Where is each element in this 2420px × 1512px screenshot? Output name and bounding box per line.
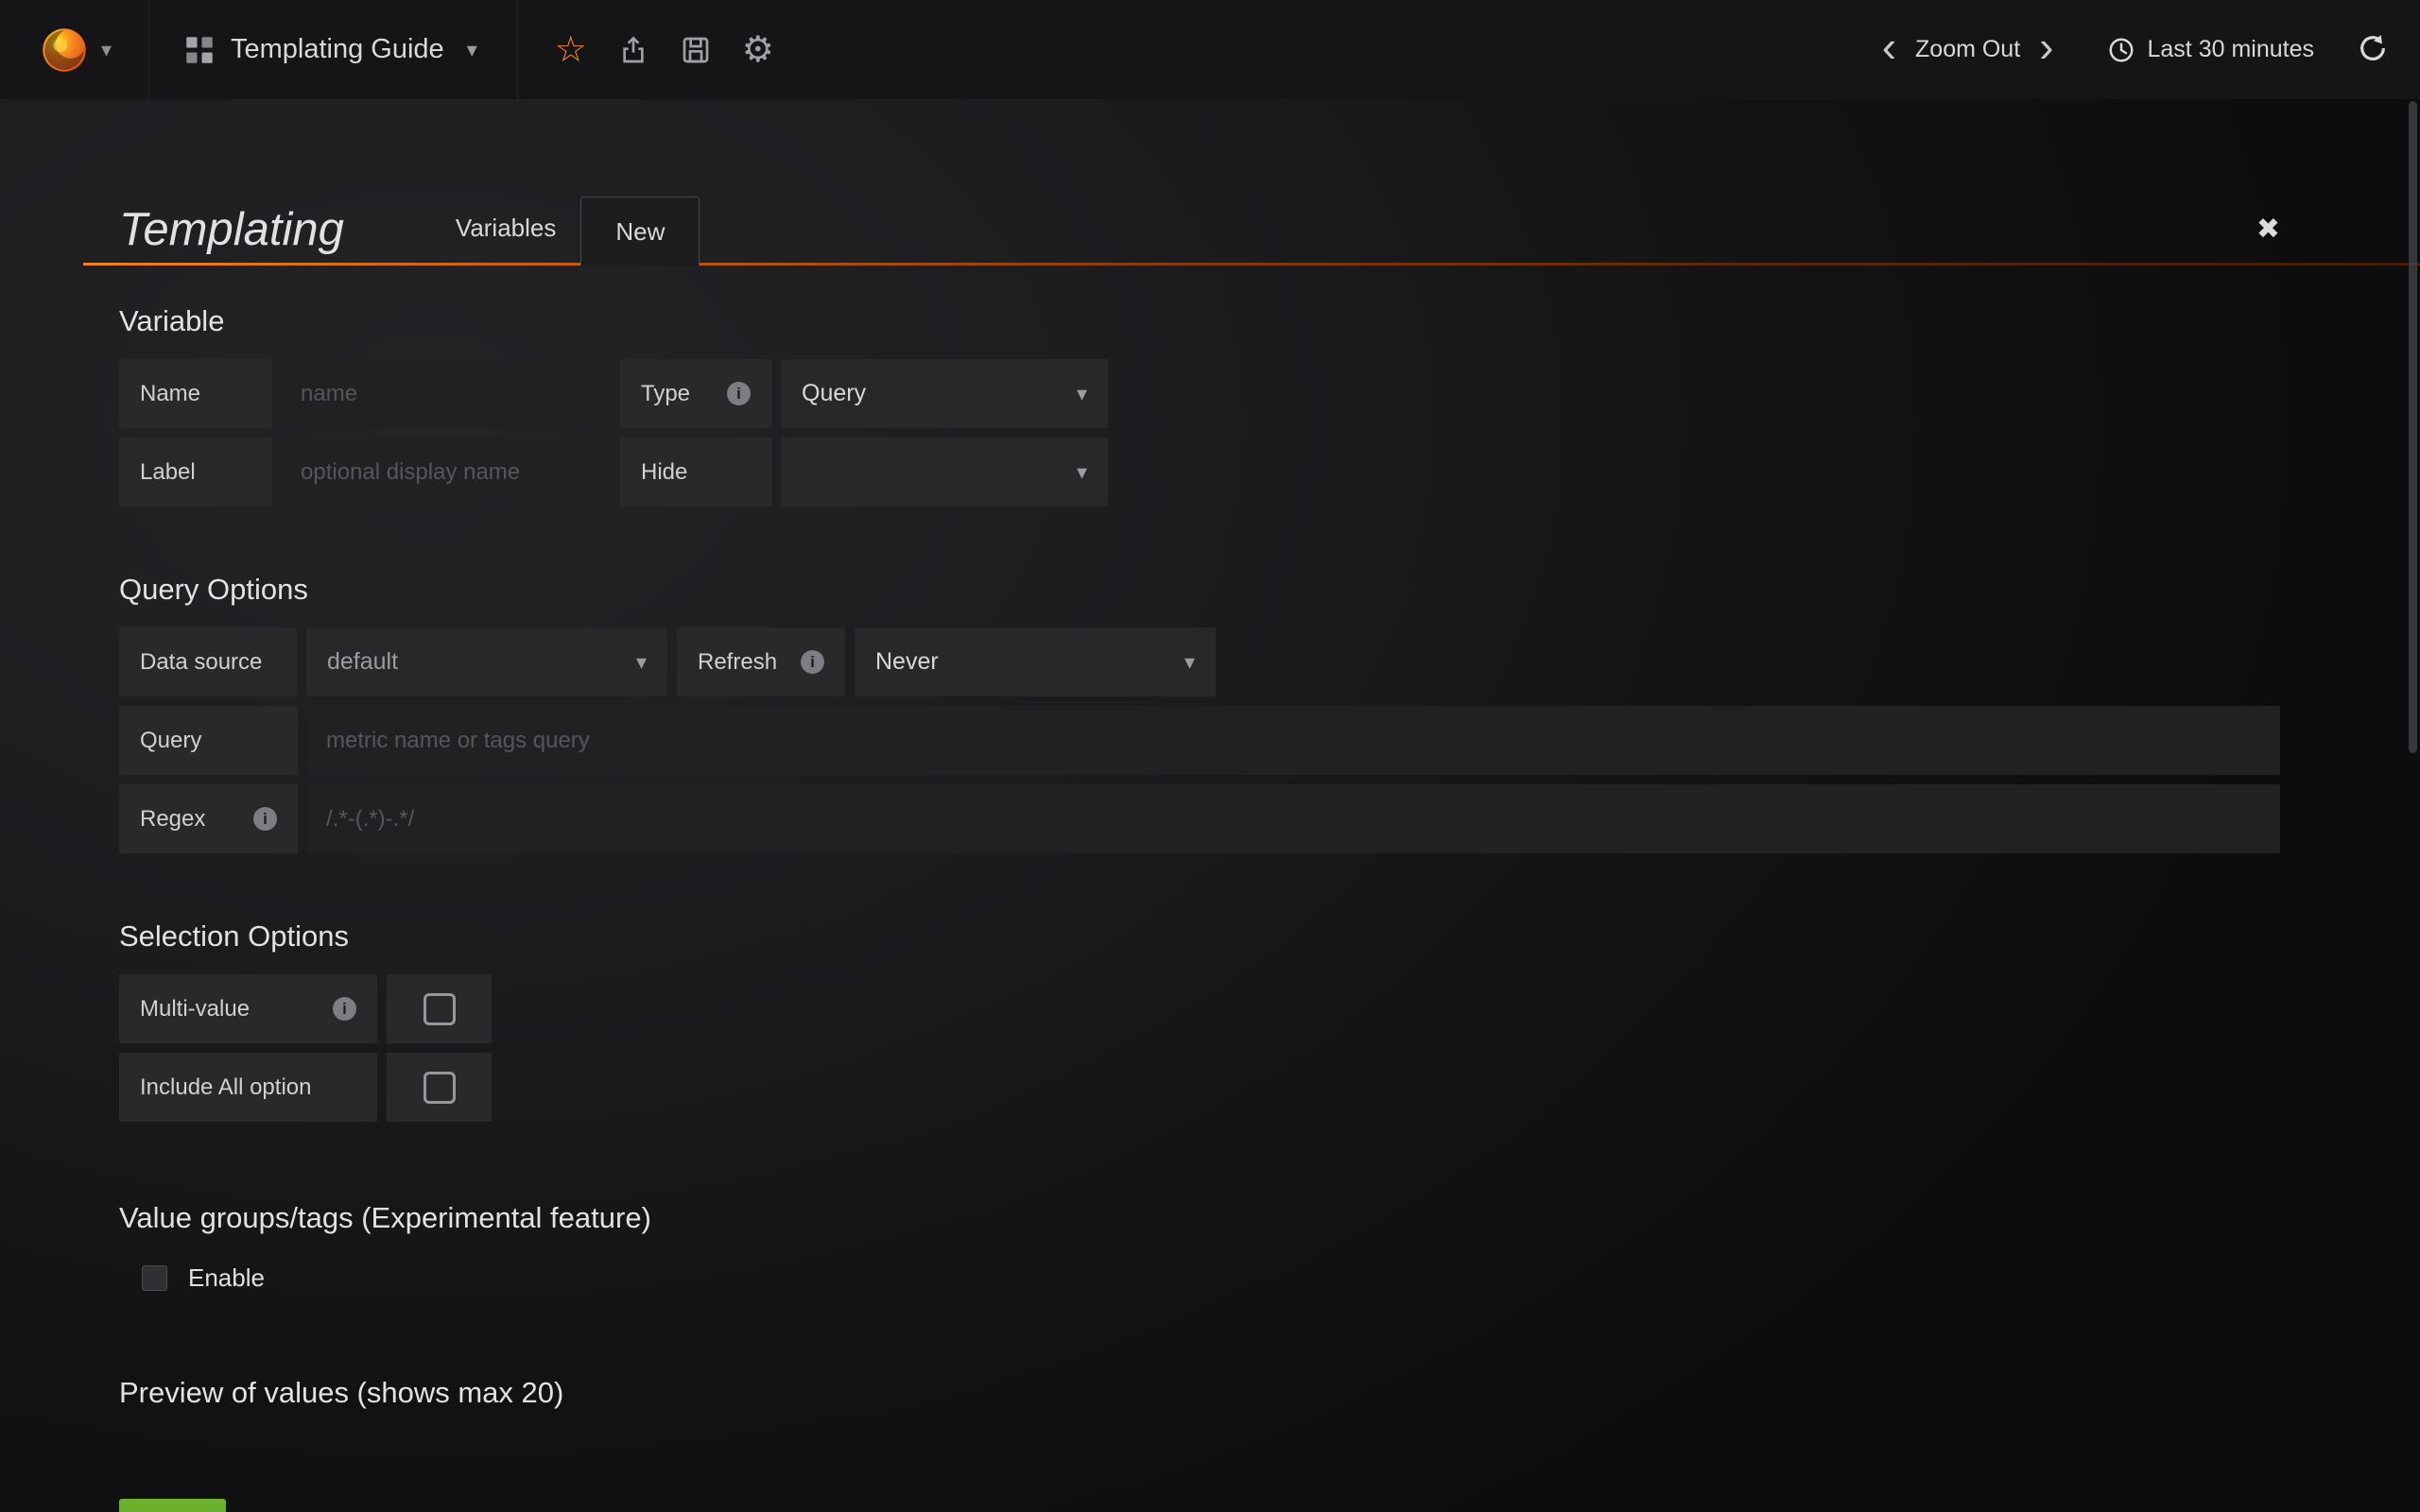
form-row: Regex i <box>119 784 2280 853</box>
data-source-select[interactable]: default ▾ <box>306 627 667 696</box>
multi-value-checkbox[interactable] <box>387 974 492 1043</box>
time-range-label: Last 30 minutes <box>2148 36 2315 63</box>
refresh-select-value: Never <box>875 648 939 676</box>
form-row: Include All option <box>119 1053 2280 1122</box>
label-input[interactable] <box>282 438 611 507</box>
scrollbar[interactable] <box>2409 101 2417 753</box>
chevron-left-icon: ‹ <box>1882 22 1896 71</box>
grafana-logo-icon <box>37 23 92 77</box>
time-picker-button[interactable]: Last 30 minutes <box>2069 36 2340 64</box>
form-row: Label Hide ▾ <box>119 438 2280 507</box>
close-icon: ✖ <box>2256 214 2280 245</box>
label-label: Label <box>119 438 272 507</box>
grafana-dashboard-settings-page: ▾ Templating Guide ▾ ☆ <box>0 0 2420 1512</box>
time-range-back-button[interactable]: ‹ <box>1867 25 1911 76</box>
top-navbar: ▾ Templating Guide ▾ ☆ <box>0 0 2420 99</box>
type-label: Type i <box>620 359 771 428</box>
settings-header: Templating Variables New ✖ <box>119 194 2280 263</box>
dashboard-title-button[interactable]: Templating Guide ▾ <box>149 0 518 99</box>
value-groups-heading: Value groups/tags (Experimental feature) <box>119 1201 2280 1235</box>
dashboard-grid-icon <box>185 36 214 64</box>
dashboard-settings-button[interactable]: ⚙ <box>732 24 785 77</box>
regex-input[interactable] <box>307 784 2280 853</box>
type-select[interactable]: Query ▾ <box>781 359 1108 428</box>
data-source-label: Data source <box>119 627 297 696</box>
checkbox-box <box>424 1072 456 1104</box>
preview-section: Preview of values (shows max 20) <box>119 1376 2280 1410</box>
info-icon: i <box>727 382 751 405</box>
type-select-value: Query <box>802 380 866 407</box>
refresh-icon <box>2358 33 2388 63</box>
save-icon <box>681 35 711 65</box>
preview-heading: Preview of values (shows max 20) <box>119 1376 2280 1410</box>
clock-icon <box>2107 36 2135 64</box>
refresh-label: Refresh i <box>677 627 845 696</box>
mark-favorite-button[interactable]: ☆ <box>544 24 597 77</box>
hide-label: Hide <box>620 438 771 507</box>
value-groups-section: Value groups/tags (Experimental feature)… <box>119 1201 2280 1293</box>
chevron-right-icon: › <box>2039 22 2053 71</box>
close-settings-button[interactable]: ✖ <box>2251 215 2286 245</box>
query-options-section: Query Options Data source default ▾ Refr… <box>119 573 2280 853</box>
regex-label: Regex i <box>119 784 298 853</box>
query-input[interactable] <box>307 706 2280 775</box>
enable-row: Enable <box>142 1263 2280 1293</box>
enable-label: Enable <box>188 1263 265 1293</box>
form-row: Name Type i Query ▾ <box>119 359 2280 428</box>
refresh-select[interactable]: Never ▾ <box>855 627 1216 696</box>
data-source-select-value: default <box>327 648 398 676</box>
info-icon: i <box>801 650 824 674</box>
chevron-down-icon: ▾ <box>636 650 647 675</box>
name-input[interactable] <box>282 359 611 428</box>
navbar-actions: ☆ ⚙ <box>518 0 785 99</box>
form-row: Data source default ▾ Refresh i Never ▾ <box>119 627 2280 696</box>
page-title: Templating <box>119 207 344 253</box>
settings-content: Templating Variables New ✖ Variable Name… <box>0 194 2420 1512</box>
refresh-button[interactable] <box>2339 33 2388 66</box>
multi-value-label: Multi-value i <box>119 974 377 1043</box>
variable-section: Variable Name Type i Query ▾ Label Hide <box>119 304 2280 507</box>
query-label: Query <box>119 706 298 775</box>
variable-heading: Variable <box>119 304 2280 338</box>
name-label: Name <box>119 359 272 428</box>
chevron-down-icon: ▾ <box>467 38 477 62</box>
add-variable-button[interactable]: Add <box>119 1499 226 1512</box>
save-dashboard-button[interactable] <box>669 24 722 77</box>
chevron-down-icon: ▾ <box>101 38 112 62</box>
info-icon: i <box>253 807 277 831</box>
info-icon: i <box>333 997 356 1021</box>
tab-variables[interactable]: Variables <box>431 194 580 263</box>
selection-options-section: Selection Options Multi-value i Include … <box>119 919 2280 1122</box>
time-controls: ‹ Zoom Out › Last 30 minutes <box>1867 0 2420 99</box>
include-all-label: Include All option <box>119 1053 377 1122</box>
share-button[interactable] <box>607 24 660 77</box>
chevron-down-icon: ▾ <box>1077 460 1087 485</box>
share-icon <box>618 35 648 65</box>
chevron-down-icon: ▾ <box>1077 382 1087 406</box>
tab-new[interactable]: New <box>580 197 700 266</box>
include-all-checkbox[interactable] <box>387 1053 492 1122</box>
chevron-down-icon: ▾ <box>1184 650 1195 675</box>
enable-checkbox[interactable] <box>142 1265 167 1291</box>
selection-options-heading: Selection Options <box>119 919 2280 954</box>
dashboard-title: Templating Guide <box>231 34 444 65</box>
hide-select[interactable]: ▾ <box>781 438 1108 507</box>
gear-icon: ⚙ <box>742 32 774 68</box>
zoom-out-button[interactable]: Zoom Out <box>1911 36 2024 63</box>
star-icon: ☆ <box>555 32 587 68</box>
checkbox-box <box>424 993 456 1025</box>
time-range-forward-button[interactable]: › <box>2024 25 2068 76</box>
query-options-heading: Query Options <box>119 573 2280 607</box>
grafana-menu-button[interactable]: ▾ <box>0 0 149 99</box>
form-row: Multi-value i <box>119 974 2280 1043</box>
form-row: Query <box>119 706 2280 775</box>
